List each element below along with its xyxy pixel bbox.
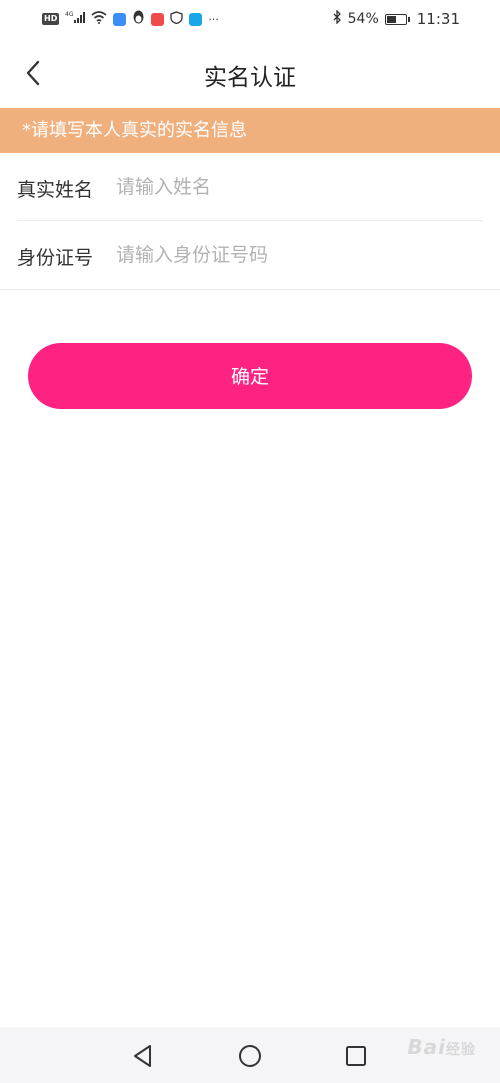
status-bar-right: 54% 11:31 [333, 9, 460, 28]
status-bar-left: HD 4G ··· [42, 10, 219, 28]
status-bar: HD 4G ··· 54% 11:31 [0, 0, 500, 38]
id-row: 身份证号 [0, 221, 500, 289]
shield-app-icon [170, 10, 183, 28]
notice-banner: *请填写本人真实的实名信息 [0, 108, 500, 153]
svg-text:4G: 4G [65, 11, 74, 18]
confirm-button[interactable]: 确定 [28, 343, 472, 409]
id-label: 身份证号 [17, 247, 94, 269]
qq-penguin-icon [132, 10, 145, 28]
watermark-brand: Bai [407, 1035, 446, 1059]
hd-badge: HD [42, 13, 60, 25]
battery-icon [384, 13, 410, 25]
nav-home-button[interactable] [235, 1041, 265, 1071]
cloud-app-icon [113, 12, 127, 26]
more-notifications-icon: ··· [208, 12, 219, 26]
nav-back-button[interactable] [128, 1041, 158, 1071]
baidu-watermark: Bai经验 [407, 1035, 476, 1059]
recent-square-icon [346, 1046, 366, 1066]
watermark-suffix: 经验 [446, 1042, 476, 1058]
battery-level-fill [386, 15, 396, 23]
wifi-icon [91, 10, 107, 28]
header: 实名认证 [0, 38, 500, 108]
battery-percent: 54% [347, 11, 379, 27]
clock: 11:31 [416, 10, 460, 28]
divider [0, 289, 500, 290]
back-triangle-icon [134, 1045, 151, 1067]
page-title: 实名认证 [204, 65, 296, 91]
name-input[interactable] [116, 167, 476, 207]
name-row: 真实姓名 [0, 153, 500, 221]
signal-icon: 4G [65, 10, 86, 28]
shop-app-icon [151, 12, 165, 26]
search-app-icon [189, 12, 203, 26]
home-circle-icon [239, 1045, 261, 1067]
id-number-input[interactable] [116, 235, 476, 275]
nav-recent-button[interactable] [341, 1041, 371, 1071]
bluetooth-icon [333, 9, 342, 28]
name-label: 真实姓名 [17, 179, 94, 201]
